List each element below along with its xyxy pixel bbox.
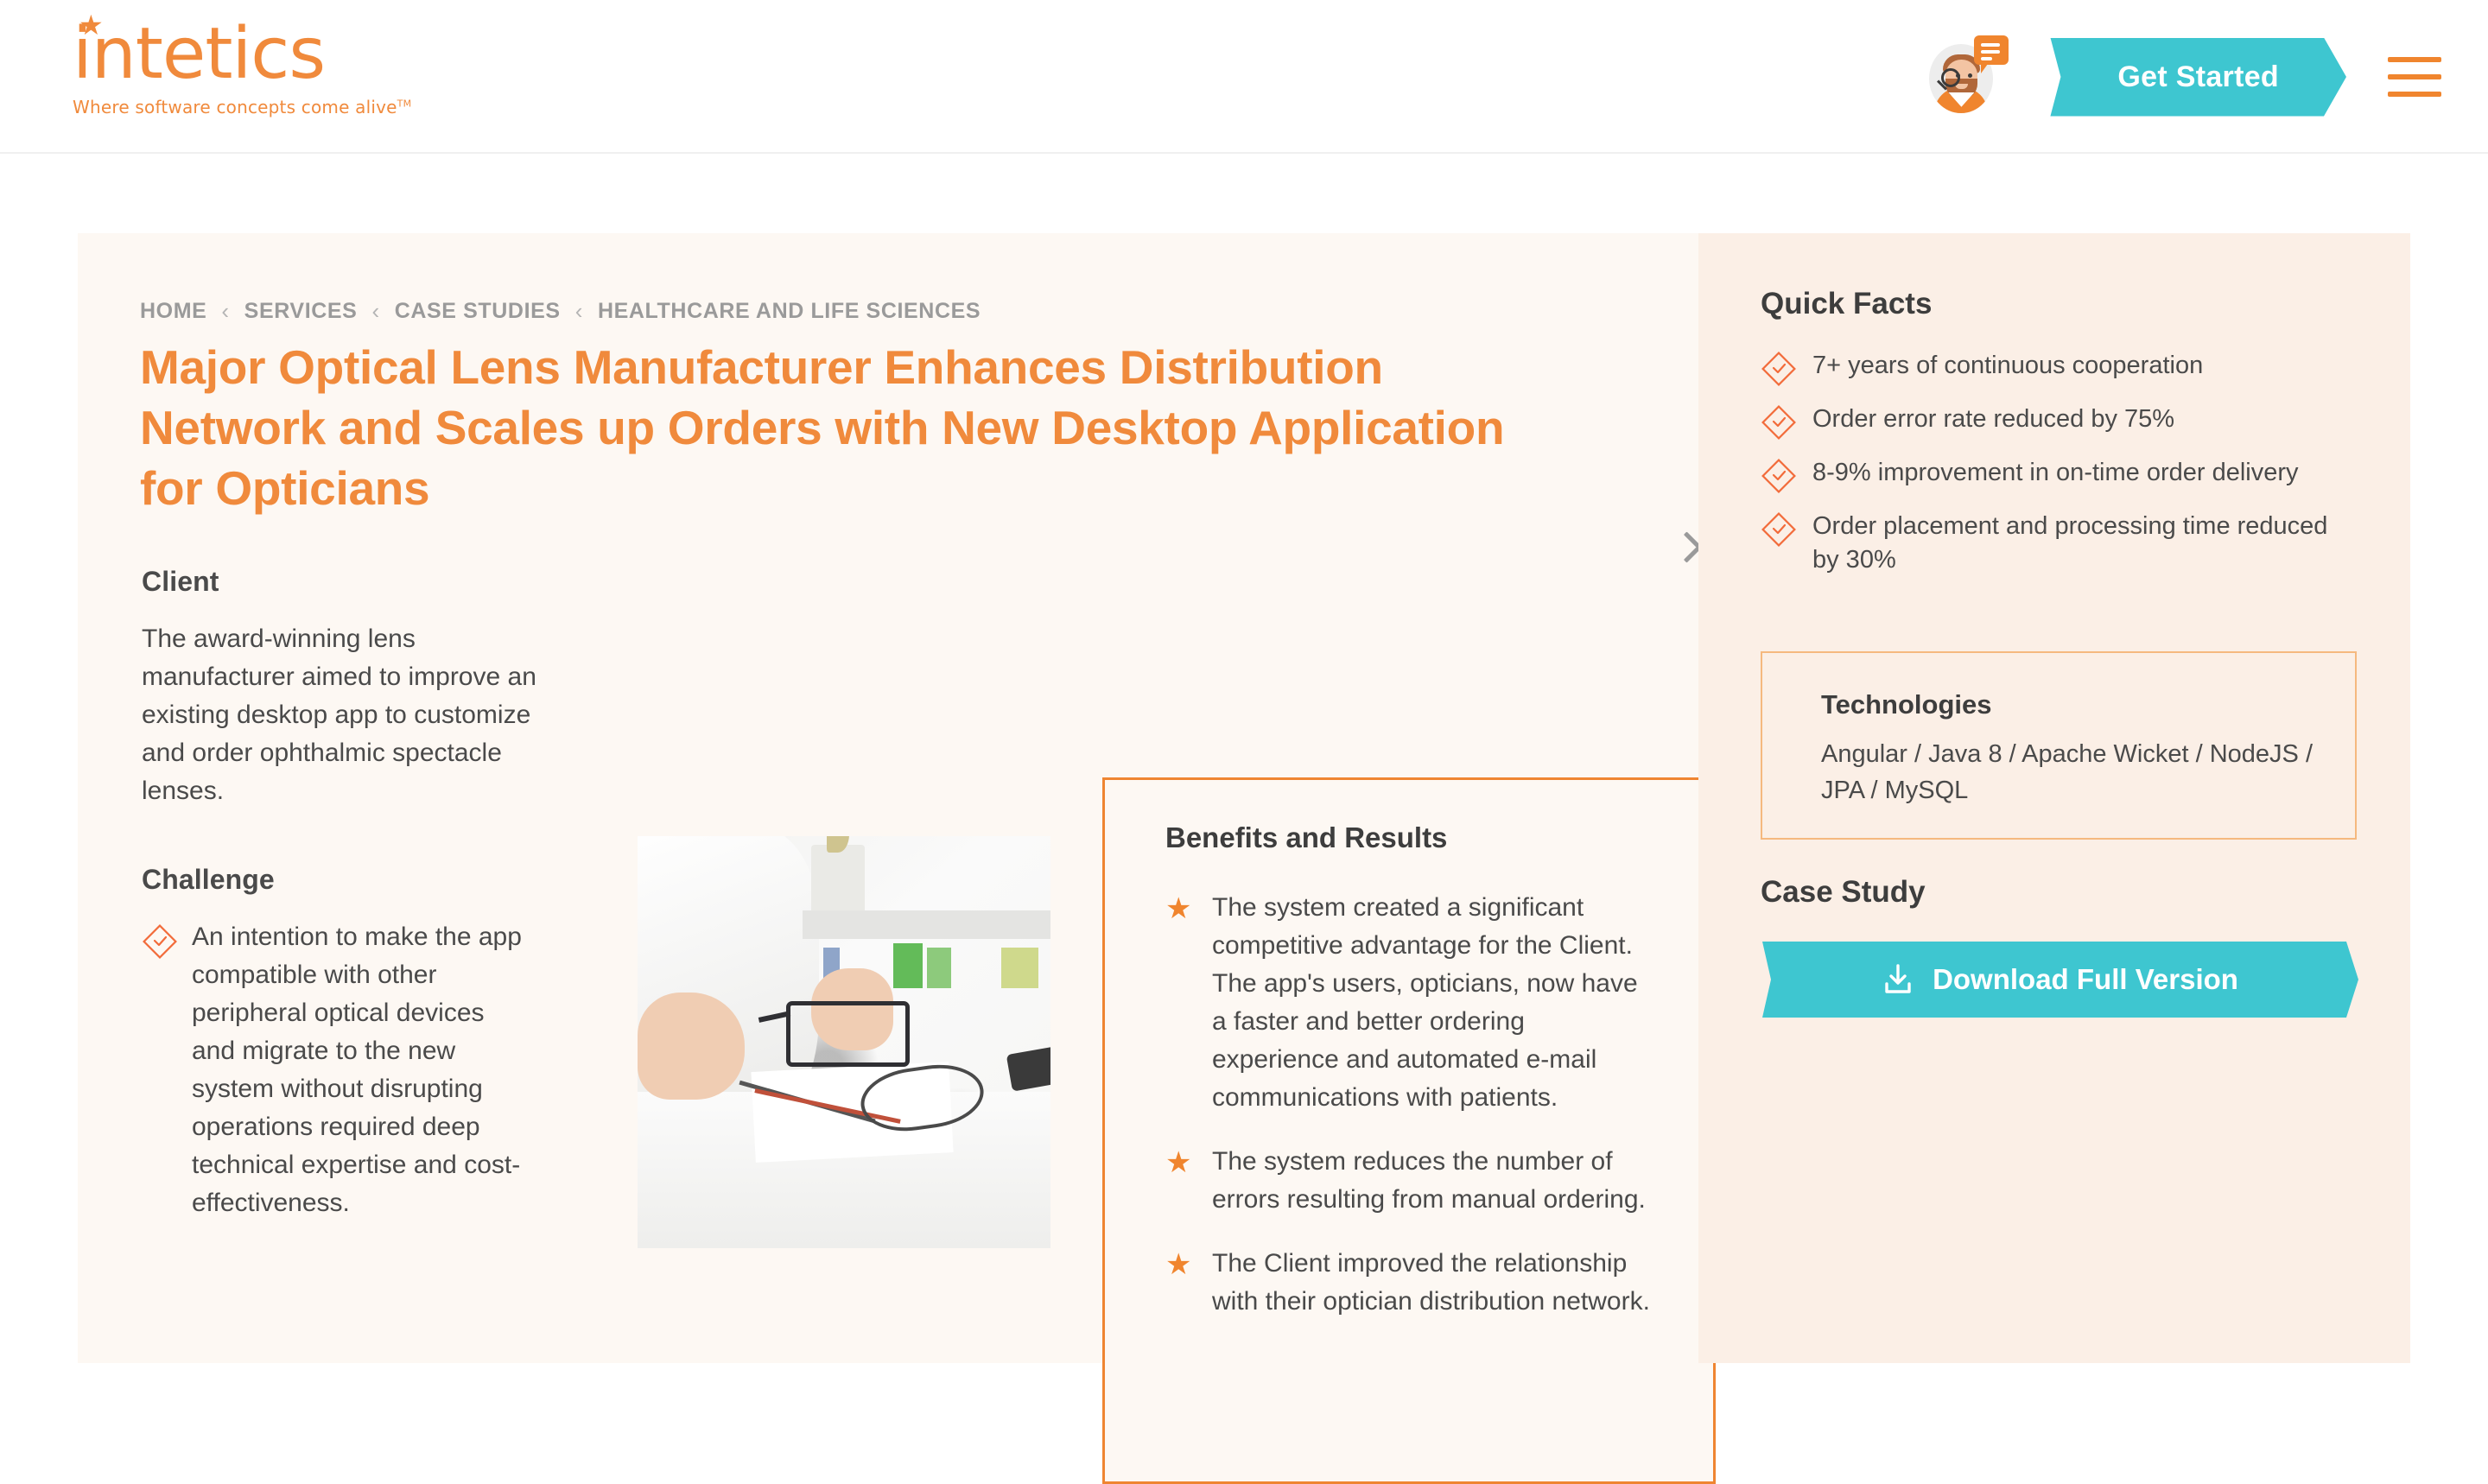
header-actions: Get Started: [1926, 0, 2441, 154]
page-title: Major Optical Lens Manufacturer Enhances…: [140, 340, 1505, 515]
benefit-item-text: The system created a significant competi…: [1212, 893, 1638, 1112]
technologies-heading: Technologies: [1821, 689, 1992, 720]
benefit-list-item: ★ The Client improved the relationship w…: [1165, 1245, 1658, 1321]
logo-tagline-text: Where software concepts come alive: [73, 97, 397, 117]
benefit-item-text: The Client improved the relationship wit…: [1212, 1249, 1650, 1316]
quick-fact-item: 7+ years of continuous cooperation: [1761, 349, 2357, 387]
technologies-box: Technologies Angular / Java 8 / Apache W…: [1761, 651, 2357, 840]
hamburger-menu-icon[interactable]: [2388, 57, 2441, 97]
client-text: The award-winning lens manufacturer aime…: [142, 625, 536, 805]
quick-facts-list: 7+ years of continuous cooperation Order…: [1761, 349, 2357, 593]
get-started-button[interactable]: Get Started: [2050, 38, 2346, 117]
challenge-heading: Challenge: [142, 864, 275, 895]
challenge-item-text: An intention to make the app compatible …: [192, 923, 522, 1217]
quick-fact-item: Order placement and processing time redu…: [1761, 510, 2357, 577]
benefit-list-item: ★ The system reduces the number of error…: [1165, 1143, 1658, 1219]
breadcrumb-separator-icon: ‹: [221, 298, 230, 324]
quick-fact-text: Order placement and processing time redu…: [1812, 512, 2328, 574]
breadcrumb-separator-icon: ‹: [371, 298, 380, 324]
technologies-text: Angular / Java 8 / Apache Wicket / NodeJ…: [1821, 740, 2313, 804]
diamond-check-icon: [1761, 405, 1796, 440]
quick-fact-text: 7+ years of continuous cooperation: [1812, 352, 2204, 379]
quick-fact-text: 8-9% improvement in on-time order delive…: [1812, 459, 2299, 486]
case-study-sidebar: Quick Facts 7+ years of continuous coope…: [1698, 233, 2410, 1363]
case-study-main: HOME ‹ SERVICES ‹ CASE STUDIES ‹ HEALTHC…: [78, 233, 1716, 1484]
client-challenge-column: Client The award-winning lens manufactur…: [142, 566, 543, 1222]
logo-tagline: Where software concepts come aliveTM: [73, 97, 411, 117]
download-icon: [1882, 963, 1914, 996]
site-header: ★ intetics Where software concepts come …: [0, 0, 2488, 154]
support-agent-avatar-icon[interactable]: [1926, 35, 2009, 118]
star-bullet-icon: ★: [1165, 892, 1192, 925]
breadcrumb: HOME ‹ SERVICES ‹ CASE STUDIES ‹ HEALTHC…: [140, 298, 981, 325]
star-bullet-icon: ★: [1165, 1248, 1192, 1281]
benefits-list: ★ The system created a significant compe…: [1165, 889, 1658, 1347]
challenge-list-item: An intention to make the app compatible …: [142, 918, 543, 1222]
chat-bubble-icon: [1974, 35, 2009, 73]
quick-facts-heading: Quick Facts: [1761, 287, 1933, 320]
benefits-and-results-box: Benefits and Results ★ The system create…: [1102, 777, 1716, 1484]
trademark-mark: TM: [397, 98, 412, 110]
diamond-check-icon: [1761, 352, 1796, 386]
star-bullet-icon: ★: [1165, 1146, 1192, 1179]
diamond-check-icon: [1761, 459, 1796, 493]
breadcrumb-item-case-studies[interactable]: CASE STUDIES: [395, 299, 561, 324]
download-full-version-button[interactable]: Download Full Version: [1762, 942, 2358, 1018]
case-study-heading: Case Study: [1761, 875, 1926, 909]
breadcrumb-item-services[interactable]: SERVICES: [244, 299, 358, 324]
logo-text: intetics: [73, 13, 326, 95]
download-button-label: Download Full Version: [1933, 963, 2238, 995]
diamond-check-icon: [143, 924, 177, 959]
logo-wordmark: ★ intetics: [73, 9, 411, 95]
diamond-check-icon: [1761, 512, 1796, 547]
case-study-panel: HOME ‹ SERVICES ‹ CASE STUDIES ‹ HEALTHC…: [78, 233, 2410, 1484]
benefit-item-text: The system reduces the number of errors …: [1212, 1147, 1646, 1214]
site-logo[interactable]: ★ intetics Where software concepts come …: [73, 9, 411, 117]
client-heading: Client: [142, 566, 219, 597]
optician-examining-eyeglasses-photo: [638, 836, 1050, 1248]
star-icon: ★: [79, 9, 104, 41]
quick-fact-item: 8-9% improvement in on-time order delive…: [1761, 456, 2357, 494]
breadcrumb-separator-icon: ‹: [574, 298, 583, 324]
breadcrumb-item-home[interactable]: HOME: [140, 299, 206, 324]
quick-fact-item: Order error rate reduced by 75%: [1761, 403, 2357, 441]
breadcrumb-item-healthcare-and-life-sciences[interactable]: HEALTHCARE AND LIFE SCIENCES: [598, 299, 981, 324]
benefits-heading: Benefits and Results: [1165, 821, 1448, 853]
quick-fact-text: Order error rate reduced by 75%: [1812, 405, 2175, 433]
benefit-list-item: ★ The system created a significant compe…: [1165, 889, 1658, 1117]
